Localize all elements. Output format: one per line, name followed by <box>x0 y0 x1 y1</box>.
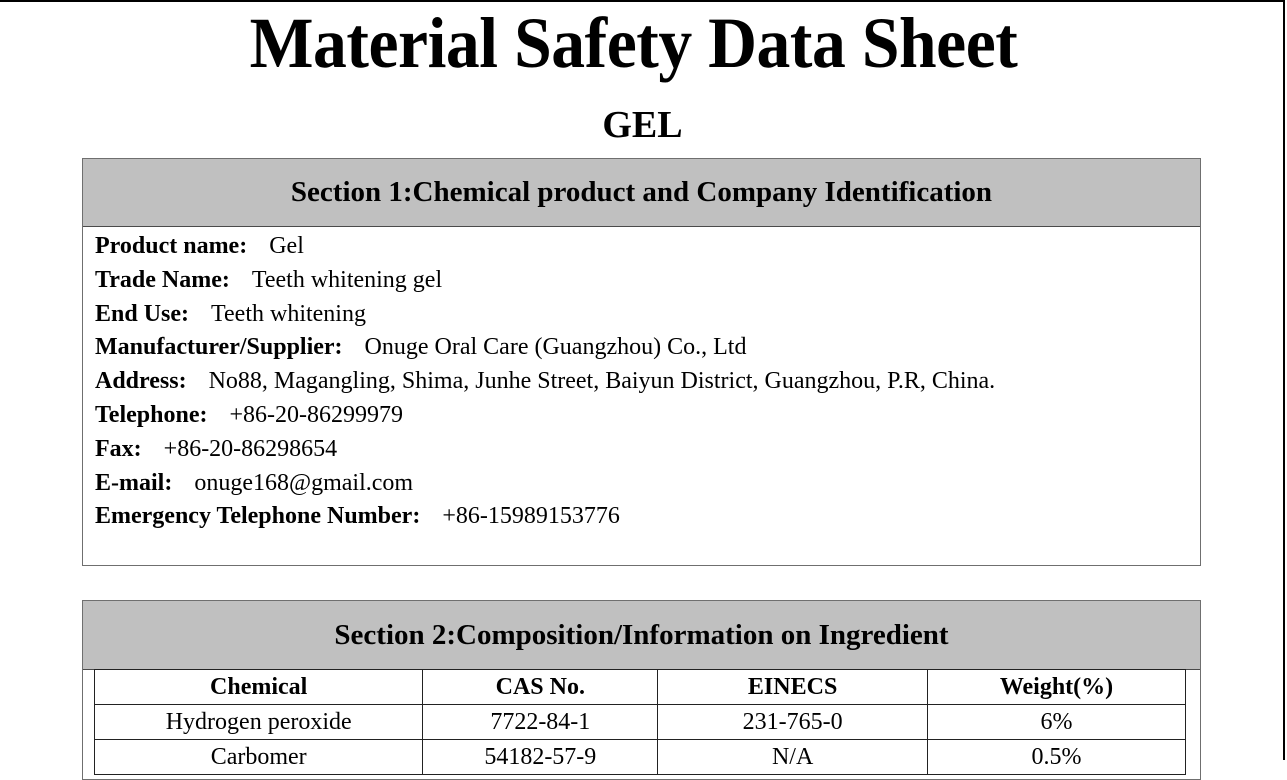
table-row: Carbomer 54182-57-9 N/A 0.5% <box>93 739 1187 775</box>
identification-list: Product name: Gel Trade Name: Teeth whiten… <box>83 227 1200 534</box>
field-value: No88, Magangling, Shima, Junhe Street, B… <box>208 368 996 395</box>
column-header-cas-no: CAS No. <box>422 669 659 705</box>
field-label: Trade Name: <box>95 266 230 293</box>
field-value: Onuge Oral Care (Guangzhou) Co., Ltd <box>364 334 747 361</box>
cell-cas-no: 54182-57-9 <box>422 739 659 775</box>
field-label: Emergency Telephone Number: <box>95 503 421 530</box>
field-label: Address: <box>95 368 187 395</box>
field-emergency-telephone: Emergency Telephone Number: +86-159891537… <box>95 500 1200 534</box>
cell-weight: 0.5% <box>926 739 1187 775</box>
field-value: +86-20-86298654 <box>163 435 338 462</box>
column-header-einecs: EINECS <box>657 669 928 705</box>
field-value: +86-20-86299979 <box>229 401 403 428</box>
section-1-identification: Section 1:Chemical product and Company I… <box>82 158 1201 566</box>
field-product-name: Product name: Gel <box>95 230 1200 264</box>
field-value: +86-15989153776 <box>442 503 620 530</box>
field-label: Telephone: <box>95 401 208 428</box>
cell-einecs: 231-765-0 <box>657 704 928 740</box>
section-1-heading: Section 1:Chemical product and Company I… <box>83 159 1200 227</box>
cell-einecs: N/A <box>657 739 928 775</box>
section-2-heading: Section 2:Composition/Information on Ing… <box>83 601 1200 670</box>
document-page: Material Safety Data Sheet GEL Section 1… <box>0 0 1285 780</box>
field-value: Teeth whitening <box>211 300 366 327</box>
field-telephone: Telephone: +86-20-86299979 <box>95 399 1200 433</box>
column-header-weight: Weight(%) <box>926 669 1187 705</box>
document-title: Material Safety Data Sheet <box>249 3 1018 83</box>
field-trade-name: Trade Name: Teeth whitening gel <box>95 264 1200 298</box>
field-label: Manufacturer/Supplier: <box>95 334 343 361</box>
field-address: Address: No88, Magangling, Shima, Junhe S… <box>95 365 1200 399</box>
field-fax: Fax: +86-20-86298654 <box>95 433 1200 467</box>
cell-chemical: Hydrogen peroxide <box>93 704 424 740</box>
field-value: Gel <box>269 233 304 259</box>
field-manufacturer: Manufacturer/Supplier: Onuge Oral Care (G… <box>95 331 1200 365</box>
table-row: Hydrogen peroxide 7722-84-1 231-765-0 6% <box>93 704 1187 740</box>
field-label: Product name: <box>95 233 248 259</box>
field-label: End Use: <box>95 300 190 327</box>
field-value: Teeth whitening gel <box>251 266 443 293</box>
field-email: E-mail: onuge168@gmail.com <box>95 467 1200 501</box>
ingredient-table: Chemical CAS No. EINECS Weight(%) Hydrog… <box>93 669 1187 775</box>
cell-weight: 6% <box>926 704 1187 740</box>
cell-cas-no: 7722-84-1 <box>422 704 659 740</box>
field-value: onuge168@gmail.com <box>194 469 414 496</box>
document-subtitle: GEL <box>602 104 683 146</box>
section-2-composition: Section 2:Composition/Information on Ing… <box>82 600 1201 780</box>
field-label: E-mail: <box>95 469 173 496</box>
table-header-row: Chemical CAS No. EINECS Weight(%) <box>93 669 1187 705</box>
field-end-use: End Use: Teeth whitening <box>95 298 1200 332</box>
cell-chemical: Carbomer <box>93 739 424 775</box>
field-label: Fax: <box>95 435 142 462</box>
column-header-chemical: Chemical <box>93 669 424 705</box>
